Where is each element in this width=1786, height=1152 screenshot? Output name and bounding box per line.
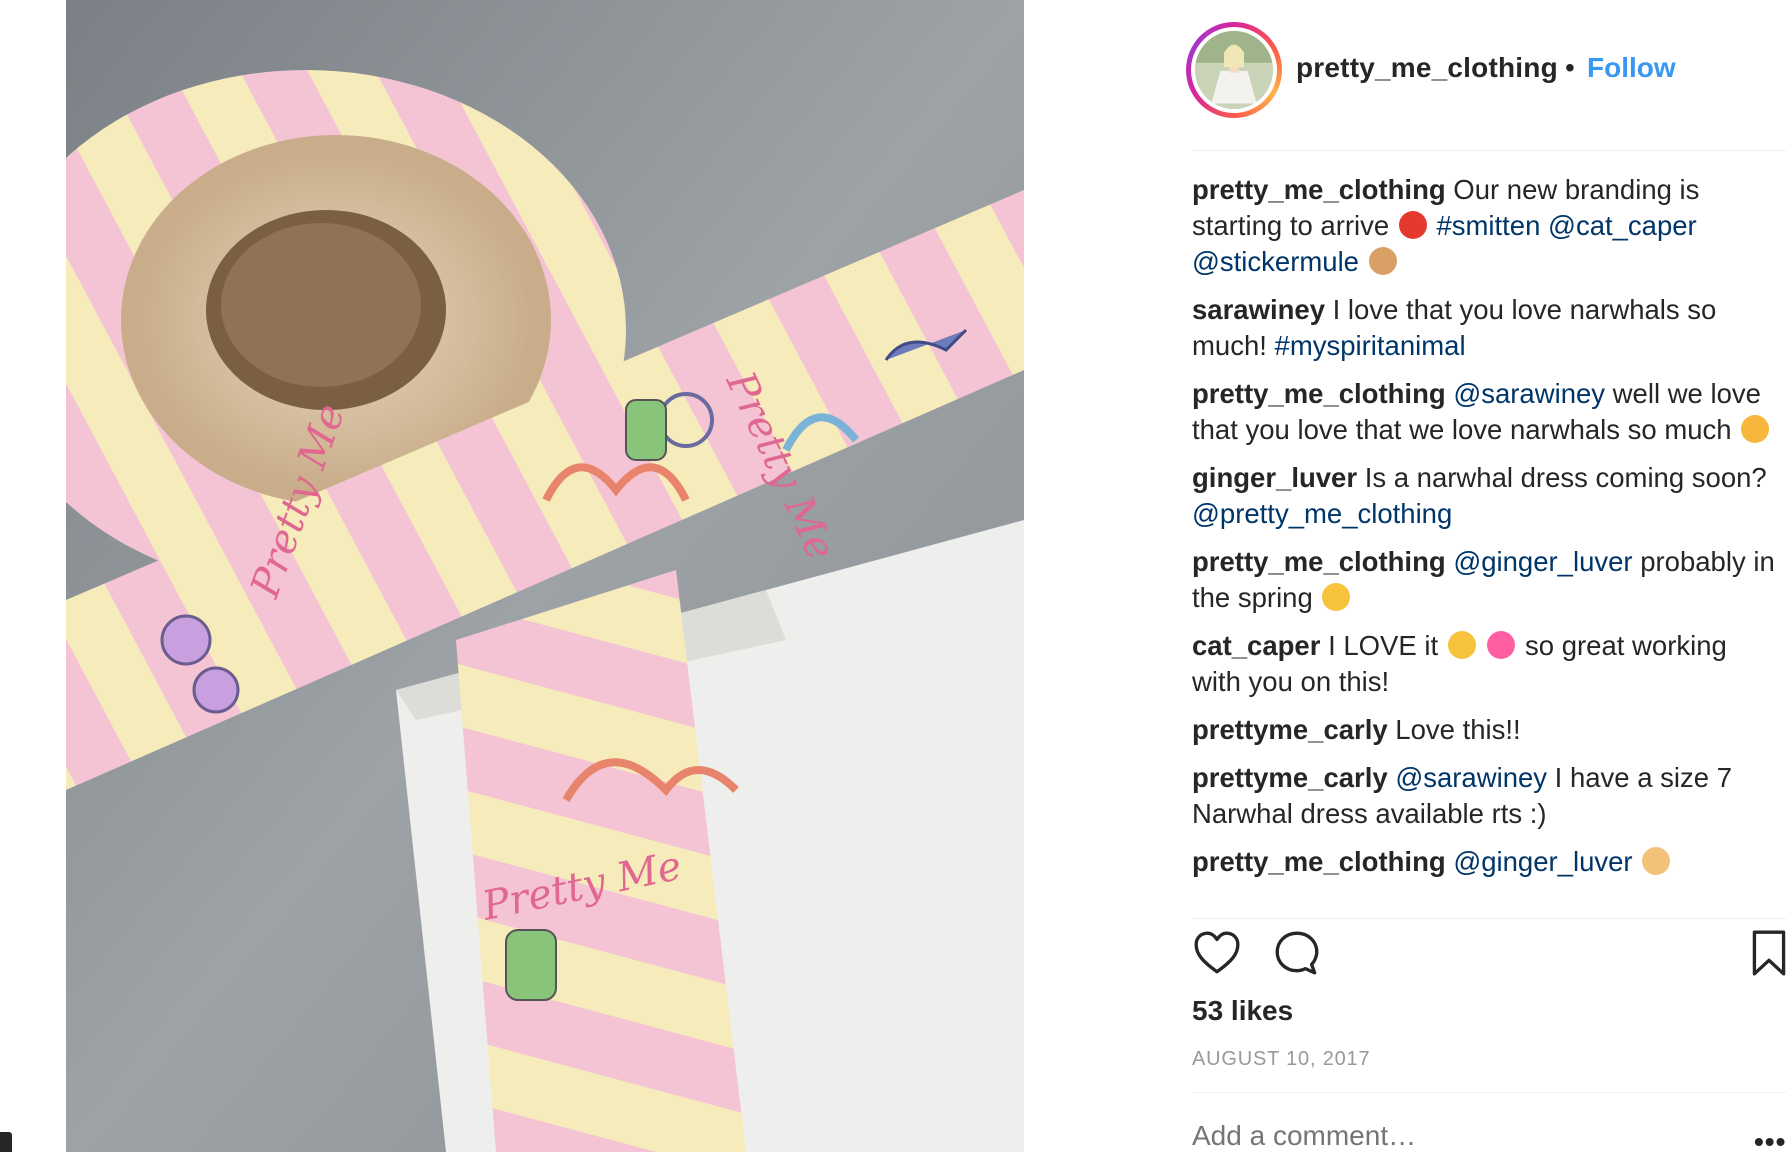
comment-username[interactable]: cat_caper [1192, 630, 1320, 661]
dancer-emoji [1398, 211, 1427, 239]
header-username[interactable]: pretty_me_clothing [1296, 52, 1558, 84]
add-comment-input[interactable] [1192, 1120, 1692, 1152]
mention-link[interactable]: @sarawiney [1395, 762, 1547, 793]
post-photo[interactable]: Pretty Me Pretty Me Pretty Me [66, 0, 1024, 1152]
header-divider [1192, 150, 1786, 151]
raised-hands-emoji [1368, 247, 1397, 275]
comment-username[interactable]: pretty_me_clothing [1192, 546, 1446, 577]
mention-link[interactable]: @ginger_luver [1453, 546, 1632, 577]
post-header: pretty_me_clothing • Follow [1024, 0, 1786, 148]
comment-text [1359, 246, 1367, 277]
comment-item: pretty_me_clothing Our new branding is s… [1192, 172, 1782, 280]
mention-link[interactable]: @stickermule [1192, 246, 1359, 277]
heart-icon[interactable] [1192, 928, 1242, 978]
bookmark-icon[interactable] [1744, 928, 1786, 978]
comment-username[interactable]: sarawiney [1192, 294, 1325, 325]
comment-item: pretty_me_clothing @ginger_luver probabl… [1192, 544, 1782, 616]
comment-item: prettyme_carly @sarawiney I have a size … [1192, 760, 1782, 832]
likes-count[interactable]: 53 likes [1192, 995, 1293, 1027]
comment-username[interactable]: pretty_me_clothing [1192, 846, 1446, 877]
corner-scroll-marker [0, 1132, 12, 1152]
hashtag-link[interactable]: #myspiritanimal [1275, 330, 1466, 361]
hashtag-link[interactable]: #smitten [1436, 210, 1540, 241]
comment-item: prettyme_carly Love this!! [1192, 712, 1782, 748]
comment-text: I LOVE it [1320, 630, 1446, 661]
comment-item: pretty_me_clothing @ginger_luver [1192, 844, 1782, 880]
header-separator: • [1565, 52, 1575, 83]
comment-item: sarawiney I love that you love narwhals … [1192, 292, 1782, 364]
sparkling-heart-emoji [1487, 631, 1516, 659]
avatar-story-ring[interactable] [1186, 22, 1282, 118]
comment-input-divider [1192, 1092, 1786, 1093]
comment-username[interactable]: prettyme_carly [1192, 714, 1388, 745]
post-side-panel: pretty_me_clothing • Follow pretty_me_cl… [1024, 0, 1786, 1152]
more-options-icon[interactable]: ••• [1754, 1126, 1786, 1152]
comment-username[interactable]: pretty_me_clothing [1192, 378, 1446, 409]
comment-username[interactable]: ginger_luver [1192, 462, 1357, 493]
avatar[interactable] [1191, 27, 1277, 113]
comments-list[interactable]: pretty_me_clothing Our new branding is s… [1192, 172, 1782, 906]
mention-link[interactable]: @ginger_luver [1453, 846, 1632, 877]
mention-link[interactable]: @cat_caper [1548, 210, 1697, 241]
comment-text [1633, 846, 1641, 877]
comment-item: pretty_me_clothing @sarawiney well we lo… [1192, 376, 1782, 448]
comment-icon[interactable] [1272, 928, 1322, 978]
tape-photo-image: Pretty Me Pretty Me Pretty Me [66, 0, 1024, 1152]
comment-username[interactable]: pretty_me_clothing [1192, 174, 1446, 205]
heart-eyes-emoji [1447, 631, 1476, 659]
action-bar [1192, 928, 1786, 988]
avatar-image [1195, 31, 1273, 109]
comment-text [1540, 210, 1548, 241]
pointing-up-emoji [1642, 847, 1671, 875]
comment-username[interactable]: prettyme_carly [1192, 762, 1388, 793]
comments-divider [1192, 918, 1786, 919]
comment-text [1478, 630, 1486, 661]
comment-text: Love this!! [1387, 714, 1521, 745]
hugging-face-emoji [1322, 583, 1351, 611]
mention-link[interactable]: @pretty_me_clothing [1192, 498, 1452, 529]
comment-item: cat_caper I LOVE it so great working wit… [1192, 628, 1782, 700]
comment-text: Is a narwhal dress coming soon? [1357, 462, 1767, 493]
post-date: AUGUST 10, 2017 [1192, 1048, 1371, 1070]
follow-button[interactable]: Follow [1587, 52, 1676, 84]
mention-link[interactable]: @sarawiney [1453, 378, 1605, 409]
comment-item: ginger_luver Is a narwhal dress coming s… [1192, 460, 1782, 532]
kissing-cat-emoji [1741, 415, 1770, 443]
